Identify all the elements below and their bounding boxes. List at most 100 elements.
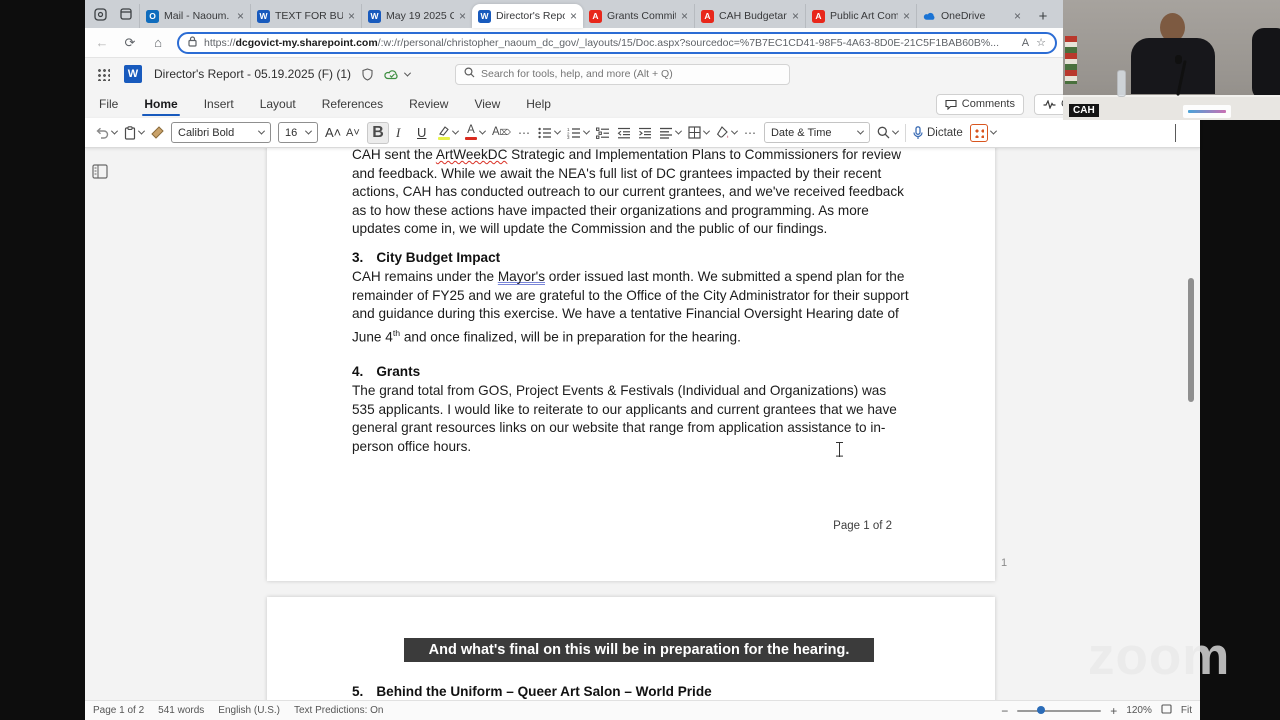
sensitivity-shield-icon[interactable]: [361, 67, 374, 81]
status-language[interactable]: English (U.S.): [218, 705, 280, 716]
chevron-down-icon[interactable]: [451, 127, 460, 135]
chevron-down-icon[interactable]: [674, 127, 683, 135]
close-tab-icon[interactable]: ×: [459, 9, 466, 23]
multilevel-list-button[interactable]: [595, 127, 610, 139]
close-tab-icon[interactable]: ×: [681, 9, 688, 23]
chevron-down-icon[interactable]: [730, 127, 739, 135]
close-tab-icon[interactable]: ×: [570, 9, 577, 23]
fit-button[interactable]: Fit: [1181, 705, 1192, 716]
align-button[interactable]: [659, 127, 683, 139]
workspaces-icon[interactable]: [93, 7, 108, 22]
paragraph-artweekdc[interactable]: CAH sent the ArtWeekDC Strategic and Imp…: [352, 148, 911, 239]
autosave-cloud-icon[interactable]: [384, 68, 401, 80]
search-input[interactable]: [481, 68, 781, 80]
zoom-out-button[interactable]: −: [1001, 704, 1008, 718]
search-bar[interactable]: [455, 63, 790, 85]
chevron-down-icon[interactable]: [702, 127, 711, 135]
favorite-star-icon[interactable]: ☆: [1036, 36, 1046, 49]
zoom-slider[interactable]: [1017, 706, 1102, 714]
heading-city-budget-impact[interactable]: 3. City Budget Impact: [352, 250, 911, 265]
home-icon[interactable]: ⌂: [149, 35, 167, 50]
more-paragraph-options-icon[interactable]: ⋯: [744, 126, 757, 140]
add-ins-button[interactable]: [969, 123, 997, 142]
vertical-scrollbar[interactable]: [1188, 278, 1194, 402]
font-color-button[interactable]: A: [465, 124, 487, 141]
paste-button[interactable]: [124, 125, 146, 140]
menu-references[interactable]: References: [322, 91, 383, 117]
find-button[interactable]: [877, 126, 900, 139]
font-name-select[interactable]: Calibri Bold: [171, 122, 271, 143]
close-tab-icon[interactable]: ×: [348, 9, 355, 23]
shrink-font-button[interactable]: A˅: [346, 127, 360, 139]
url-text[interactable]: https://dcgovict-my.sharepoint.com/:w:/r…: [204, 37, 1015, 49]
browser-tab-cah-budgetary[interactable]: A CAH Budgetary ×: [694, 4, 805, 28]
browser-tab-mail[interactable]: O Mail - Naoum. C ×: [139, 4, 250, 28]
chevron-down-icon[interactable]: [478, 127, 487, 135]
chevron-down-icon[interactable]: [137, 127, 146, 135]
browser-tab-directors-report[interactable]: W Director's Repor ×: [472, 4, 583, 28]
browser-tab-grants-committee[interactable]: A Grants Committ ×: [583, 4, 694, 28]
chevron-down-icon[interactable]: [582, 127, 591, 135]
paragraph-grants[interactable]: The grand total from GOS, Project Events…: [352, 382, 911, 456]
clear-formatting-button[interactable]: A⌦: [492, 126, 511, 139]
zoom-level[interactable]: 120%: [1126, 705, 1152, 716]
bold-button[interactable]: B: [367, 121, 389, 144]
font-size-select[interactable]: 16: [278, 122, 318, 143]
browser-tab-text-for-business[interactable]: W TEXT FOR BUSIN ×: [250, 4, 361, 28]
collapse-ribbon-button[interactable]: [1175, 123, 1176, 142]
tab-actions-icon[interactable]: [118, 7, 133, 22]
table-button[interactable]: [688, 126, 711, 139]
numbering-button[interactable]: 123: [567, 127, 591, 139]
close-tab-icon[interactable]: ×: [903, 9, 910, 23]
status-word-count[interactable]: 541 words: [158, 705, 204, 716]
close-tab-icon[interactable]: ×: [792, 9, 799, 23]
chevron-down-icon[interactable]: [403, 69, 412, 77]
document-page-1[interactable]: CAH sent the ArtWeekDC Strategic and Imp…: [267, 148, 995, 581]
styles-gallery[interactable]: Date & Time: [763, 122, 870, 143]
chevron-down-icon[interactable]: [989, 127, 997, 135]
paragraph-city-budget[interactable]: CAH remains under the Mayor's order issu…: [352, 268, 911, 347]
status-page-count[interactable]: Page 1 of 2: [93, 705, 144, 716]
heading-grants[interactable]: 4. Grants: [352, 364, 911, 379]
navigation-pane-icon[interactable]: [92, 164, 108, 184]
document-canvas[interactable]: CAH sent the ArtWeekDC Strategic and Imp…: [85, 148, 1200, 700]
browser-tab-public-art[interactable]: A Public Art Com ×: [805, 4, 916, 28]
new-tab-button[interactable]: +: [1031, 4, 1055, 28]
close-tab-icon[interactable]: ×: [1014, 9, 1021, 23]
dictate-button[interactable]: Dictate: [913, 125, 963, 140]
menu-view[interactable]: View: [474, 91, 500, 117]
decrease-indent-button[interactable]: [617, 127, 631, 139]
comments-button[interactable]: Comments: [935, 93, 1024, 115]
menu-home[interactable]: Home: [142, 91, 181, 117]
underline-button[interactable]: U: [417, 125, 431, 140]
read-aloud-icon[interactable]: A: [1022, 37, 1029, 49]
chevron-down-icon[interactable]: [891, 127, 900, 135]
increase-indent-button[interactable]: [638, 127, 652, 139]
menu-file[interactable]: File: [99, 91, 118, 117]
highlight-button[interactable]: [438, 125, 460, 140]
browser-tab-onedrive[interactable]: OneDrive ×: [916, 4, 1027, 28]
status-text-predictions[interactable]: Text Predictions: On: [294, 705, 383, 716]
more-font-options-icon[interactable]: ⋯: [518, 126, 531, 140]
app-launcher-icon[interactable]: [97, 67, 110, 81]
back-icon[interactable]: ←: [93, 35, 111, 50]
bullets-button[interactable]: [538, 127, 562, 139]
shading-button[interactable]: [716, 126, 739, 139]
address-bar[interactable]: https://dcgovict-my.sharepoint.com/:w:/r…: [177, 31, 1057, 54]
grow-font-button[interactable]: A˄: [325, 125, 341, 140]
close-tab-icon[interactable]: ×: [237, 9, 244, 23]
heading-behind-the-uniform[interactable]: 5. Behind the Uniform – Queer Art Salon …: [352, 684, 911, 699]
chevron-down-icon[interactable]: [553, 127, 562, 135]
menu-help[interactable]: Help: [526, 91, 551, 117]
menu-review[interactable]: Review: [409, 91, 448, 117]
browser-tab-may-19[interactable]: W May 19 2025 Co ×: [361, 4, 472, 28]
speaker-video-thumbnail[interactable]: CAH: [1063, 0, 1280, 120]
format-painter-button[interactable]: [151, 126, 164, 139]
undo-button[interactable]: [95, 127, 119, 139]
document-title[interactable]: Director's Report - 05.19.2025 (F) (1): [154, 67, 351, 81]
refresh-icon[interactable]: ⟳: [121, 35, 139, 51]
zoom-in-button[interactable]: +: [1110, 704, 1117, 718]
menu-layout[interactable]: Layout: [260, 91, 296, 117]
chevron-down-icon[interactable]: [110, 127, 119, 135]
menu-insert[interactable]: Insert: [204, 91, 234, 117]
